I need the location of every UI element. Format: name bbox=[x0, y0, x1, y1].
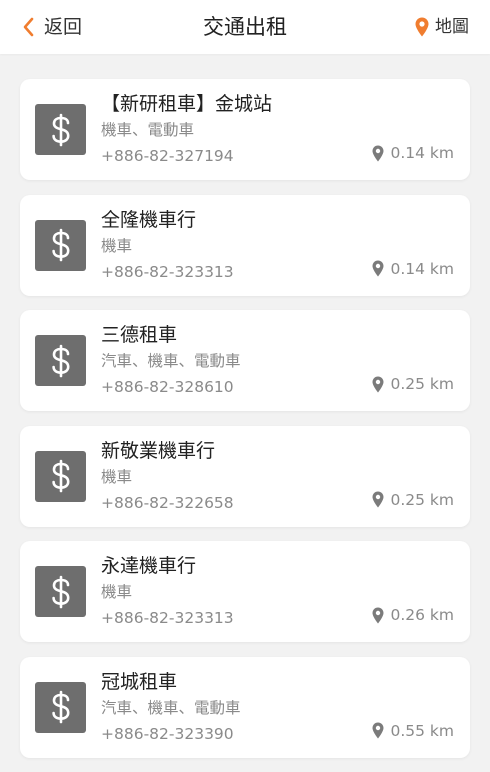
location-pin-icon bbox=[372, 260, 384, 277]
location-pin-icon bbox=[372, 722, 384, 739]
distance-label: 0.25 km bbox=[390, 375, 454, 393]
list-item[interactable]: 【新研租車】金城站 機車、電動車 +886-82-327194 0.14 km bbox=[20, 79, 470, 180]
dollar-sign-icon bbox=[35, 219, 86, 271]
back-button[interactable]: 返回 bbox=[22, 14, 82, 40]
dollar-sign-icon bbox=[35, 450, 86, 502]
map-pin-icon bbox=[415, 17, 429, 37]
dollar-sign-icon bbox=[35, 104, 86, 155]
item-name: 三德租車 bbox=[101, 324, 178, 346]
item-phone[interactable]: +886-82-323313 bbox=[101, 261, 234, 283]
item-type: 機車、電動車 bbox=[101, 121, 195, 139]
item-distance: 0.25 km bbox=[372, 373, 454, 395]
item-phone[interactable]: +886-82-327194 bbox=[101, 145, 234, 167]
item-phone[interactable]: +886-82-323313 bbox=[101, 607, 234, 629]
item-distance: 0.14 km bbox=[372, 142, 454, 164]
item-distance: 0.25 km bbox=[372, 489, 454, 511]
distance-label: 0.14 km bbox=[390, 144, 454, 162]
item-distance: 0.14 km bbox=[372, 258, 454, 280]
chevron-left-icon bbox=[22, 17, 34, 37]
location-pin-icon bbox=[372, 607, 384, 624]
item-name: 【新研租車】金城站 bbox=[101, 93, 273, 115]
list-item[interactable]: 冠城租車 汽車、機車、電動車 +886-82-323390 0.55 km bbox=[20, 656, 470, 758]
dollar-sign-icon bbox=[35, 566, 86, 617]
item-phone[interactable]: +886-82-322658 bbox=[101, 492, 234, 514]
location-pin-icon bbox=[372, 376, 384, 393]
distance-label: 0.14 km bbox=[390, 259, 454, 278]
dollar-sign-icon bbox=[35, 681, 86, 733]
item-phone[interactable]: +886-82-328610 bbox=[101, 376, 234, 398]
back-label: 返回 bbox=[44, 16, 83, 38]
item-type: 機車 bbox=[101, 467, 133, 486]
distance-label: 0.55 km bbox=[390, 721, 454, 740]
item-type: 機車 bbox=[101, 236, 133, 255]
item-phone[interactable]: +886-82-323390 bbox=[101, 723, 234, 745]
item-distance: 0.55 km bbox=[372, 720, 454, 742]
item-type: 機車 bbox=[101, 583, 133, 601]
item-distance: 0.26 km bbox=[372, 604, 454, 626]
dollar-sign-icon bbox=[35, 335, 86, 386]
location-pin-icon bbox=[372, 145, 384, 162]
list-item[interactable]: 永達機車行 機車 +886-82-323313 0.26 km bbox=[20, 541, 470, 642]
item-name: 冠城租車 bbox=[101, 670, 178, 693]
distance-label: 0.25 km bbox=[390, 490, 454, 509]
rental-list: 【新研租車】金城站 機車、電動車 +886-82-327194 0.14 km … bbox=[20, 79, 470, 772]
item-name: 永達機車行 bbox=[101, 555, 197, 577]
map-button[interactable]: 地圖 bbox=[415, 14, 469, 40]
list-item[interactable]: 全隆機車行 機車 +886-82-323313 0.14 km bbox=[20, 194, 470, 296]
list-item[interactable]: 三德租車 汽車、機車、電動車 +886-82-328610 0.25 km bbox=[20, 310, 470, 411]
item-name: 全隆機車行 bbox=[101, 208, 197, 231]
item-type: 汽車、機車、電動車 bbox=[101, 698, 241, 717]
top-bar: 返回 交通出租 地圖 bbox=[0, 0, 490, 54]
list-item[interactable]: 新敬業機車行 機車 +886-82-322658 0.25 km bbox=[20, 425, 470, 527]
location-pin-icon bbox=[372, 491, 384, 508]
item-type: 汽車、機車、電動車 bbox=[101, 352, 241, 370]
map-label: 地圖 bbox=[435, 17, 469, 37]
distance-label: 0.26 km bbox=[390, 606, 454, 624]
item-name: 新敬業機車行 bbox=[101, 439, 216, 462]
